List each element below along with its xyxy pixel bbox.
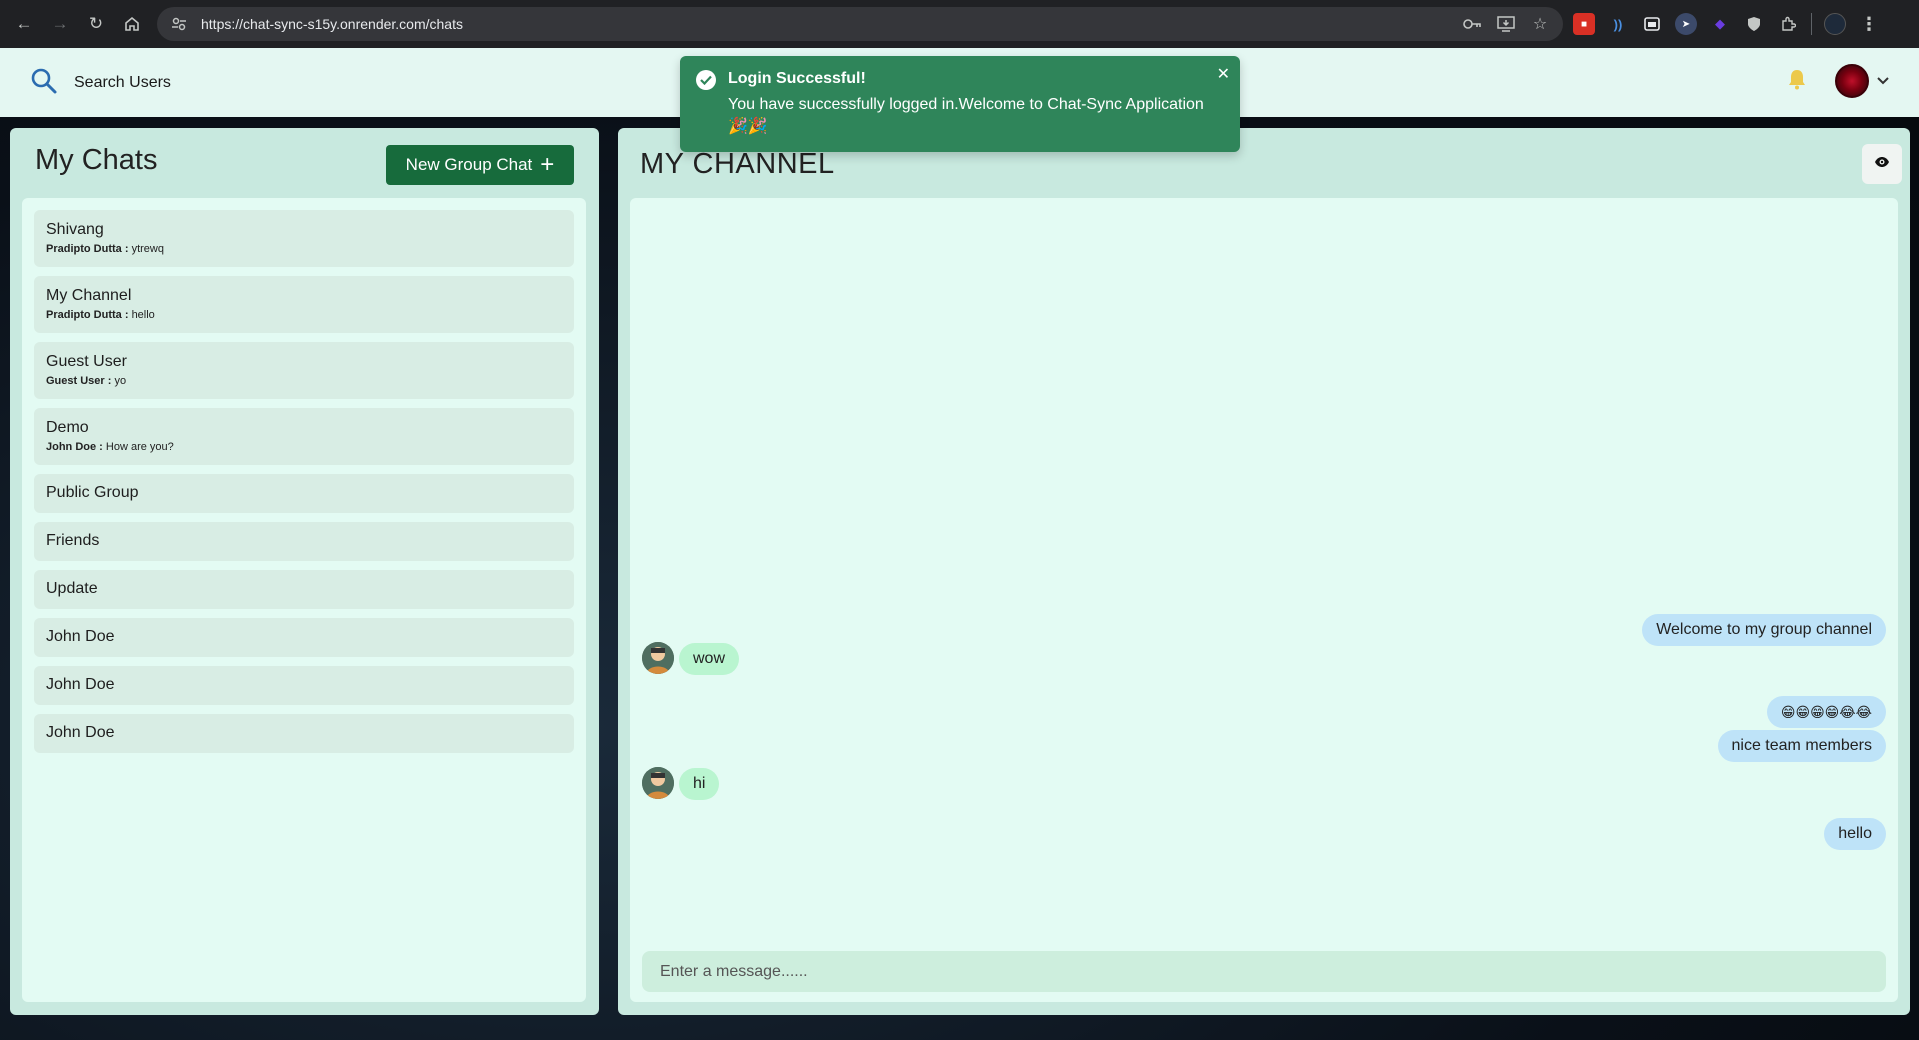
chat-list: Shivang Pradipto Dutta : ytrewq My Chann… <box>22 198 586 1002</box>
chat-sender: John Doe : <box>46 441 103 453</box>
toast-title: Login Successful! <box>728 70 866 87</box>
reload-icon[interactable]: ↻ <box>80 8 112 40</box>
search-users-button[interactable]: Search Users <box>30 68 171 98</box>
chat-list-item[interactable]: Guest User Guest User : yo <box>34 342 574 399</box>
back-icon[interactable]: ← <box>8 8 40 40</box>
toolbar-divider <box>1811 13 1812 35</box>
chat-list-item[interactable]: Demo John Doe : How are you? <box>34 408 574 465</box>
chat-panel: MY CHANNEL Welcome to my group channel w… <box>618 128 1910 1015</box>
extension-shield-icon[interactable] <box>1743 13 1765 35</box>
url-text: https://chat-sync-s15y.onrender.com/chat… <box>201 16 463 32</box>
chat-latest-message: Guest User : yo <box>46 374 562 388</box>
message-bubble-sent: nice team members <box>1717 730 1886 762</box>
chat-list-item[interactable]: John Doe <box>34 666 574 705</box>
view-details-button[interactable] <box>1862 144 1902 184</box>
search-users-label: Search Users <box>74 74 171 91</box>
chat-name: Guest User <box>46 353 127 370</box>
message-bubble-sent: hello <box>1824 818 1886 850</box>
chat-list-item[interactable]: Friends <box>34 522 574 561</box>
chat-title: MY CHANNEL <box>640 148 835 180</box>
chat-list-item[interactable]: John Doe <box>34 714 574 753</box>
extension-window-icon[interactable] <box>1641 13 1663 35</box>
chat-list-item[interactable]: Shivang Pradipto Dutta : ytrewq <box>34 210 574 267</box>
chat-latest-message: Pradipto Dutta : hello <box>46 308 562 322</box>
sender-avatar[interactable] <box>642 642 674 674</box>
chat-message: yo <box>114 375 127 387</box>
chat-latest-message: John Doe : How are you? <box>46 440 562 454</box>
chat-latest-message: Pradipto Dutta : ytrewq <box>46 242 562 256</box>
login-success-toast: Login Successful! You have successfully … <box>680 56 1240 152</box>
message-input-placeholder: Enter a message...... <box>660 962 808 980</box>
check-circle-icon <box>696 70 716 90</box>
profile-avatar-icon[interactable] <box>1824 13 1846 35</box>
browser-menu-icon[interactable]: ⋮ <box>1858 13 1880 35</box>
extension-red-icon[interactable]: ■ <box>1573 13 1595 35</box>
chat-name: Friends <box>46 532 100 549</box>
chat-list-item[interactable]: My Channel Pradipto Dutta : hello <box>34 276 574 333</box>
notification-bell-icon[interactable] <box>1787 68 1807 95</box>
message-bubble-sent: 😁😁😁😁😂😂 <box>1766 696 1886 728</box>
toast-description: You have successfully logged in.Welcome … <box>728 96 1204 135</box>
avatar <box>1835 64 1869 98</box>
chat-name: My Channel <box>46 287 132 304</box>
new-group-chat-button[interactable]: New Group Chat + <box>386 145 574 185</box>
chat-sender: Pradipto Dutta : <box>46 243 129 255</box>
messages-area: Welcome to my group channel wow 😁😁😁😁😂😂 n… <box>630 198 1898 1002</box>
eye-icon <box>1874 155 1890 173</box>
chat-name: John Doe <box>46 676 115 693</box>
site-info-icon[interactable] <box>169 14 189 34</box>
message-bubble-received: hi <box>679 768 720 800</box>
close-icon[interactable]: ✕ <box>1217 64 1230 84</box>
chat-name: Public Group <box>46 484 139 501</box>
password-key-icon[interactable] <box>1461 13 1483 35</box>
chat-message: ytrewq <box>131 243 164 255</box>
plus-icon: + <box>540 151 555 178</box>
home-icon[interactable] <box>116 8 148 40</box>
my-chats-title: My Chats <box>35 144 158 176</box>
chat-name: John Doe <box>46 724 115 741</box>
chat-list-item[interactable]: John Doe <box>34 618 574 657</box>
chat-name: Demo <box>46 419 89 436</box>
chat-sender: Guest User : <box>46 375 112 387</box>
chat-list-item[interactable]: Update <box>34 570 574 609</box>
chevron-down-icon <box>1877 72 1889 90</box>
extensions-puzzle-icon[interactable] <box>1777 13 1799 35</box>
sender-avatar[interactable] <box>642 767 674 799</box>
my-chats-panel: My Chats New Group Chat + Shivang Pradip… <box>10 128 599 1015</box>
install-app-icon[interactable] <box>1495 13 1517 35</box>
address-bar[interactable]: https://chat-sync-s15y.onrender.com/chat… <box>157 7 1563 41</box>
search-icon <box>30 67 58 100</box>
chat-sender: Pradipto Dutta : <box>46 309 129 321</box>
message-bubble-sent: Welcome to my group channel <box>1642 614 1886 646</box>
message-bubble-received: wow <box>679 643 740 675</box>
chat-name: Update <box>46 580 98 597</box>
chat-name: Shivang <box>46 221 104 238</box>
user-menu-button[interactable] <box>1835 64 1889 98</box>
extension-gem-icon[interactable]: ◆ <box>1709 13 1731 35</box>
new-group-chat-label: New Group Chat <box>405 155 533 174</box>
extension-cursor-icon[interactable]: ➤ <box>1675 13 1697 35</box>
chat-list-item[interactable]: Public Group <box>34 474 574 513</box>
forward-icon[interactable]: → <box>44 8 76 40</box>
chat-message: How are you? <box>105 441 174 453</box>
chat-message: hello <box>131 309 155 321</box>
message-input[interactable]: Enter a message...... <box>642 951 1886 992</box>
browser-toolbar: ← → ↻ https://chat-sync-s15y.onrender.co… <box>0 0 1919 48</box>
chat-name: John Doe <box>46 628 115 645</box>
extension-wave-icon[interactable]: )) <box>1607 13 1629 35</box>
bookmark-star-icon[interactable]: ☆ <box>1529 13 1551 35</box>
